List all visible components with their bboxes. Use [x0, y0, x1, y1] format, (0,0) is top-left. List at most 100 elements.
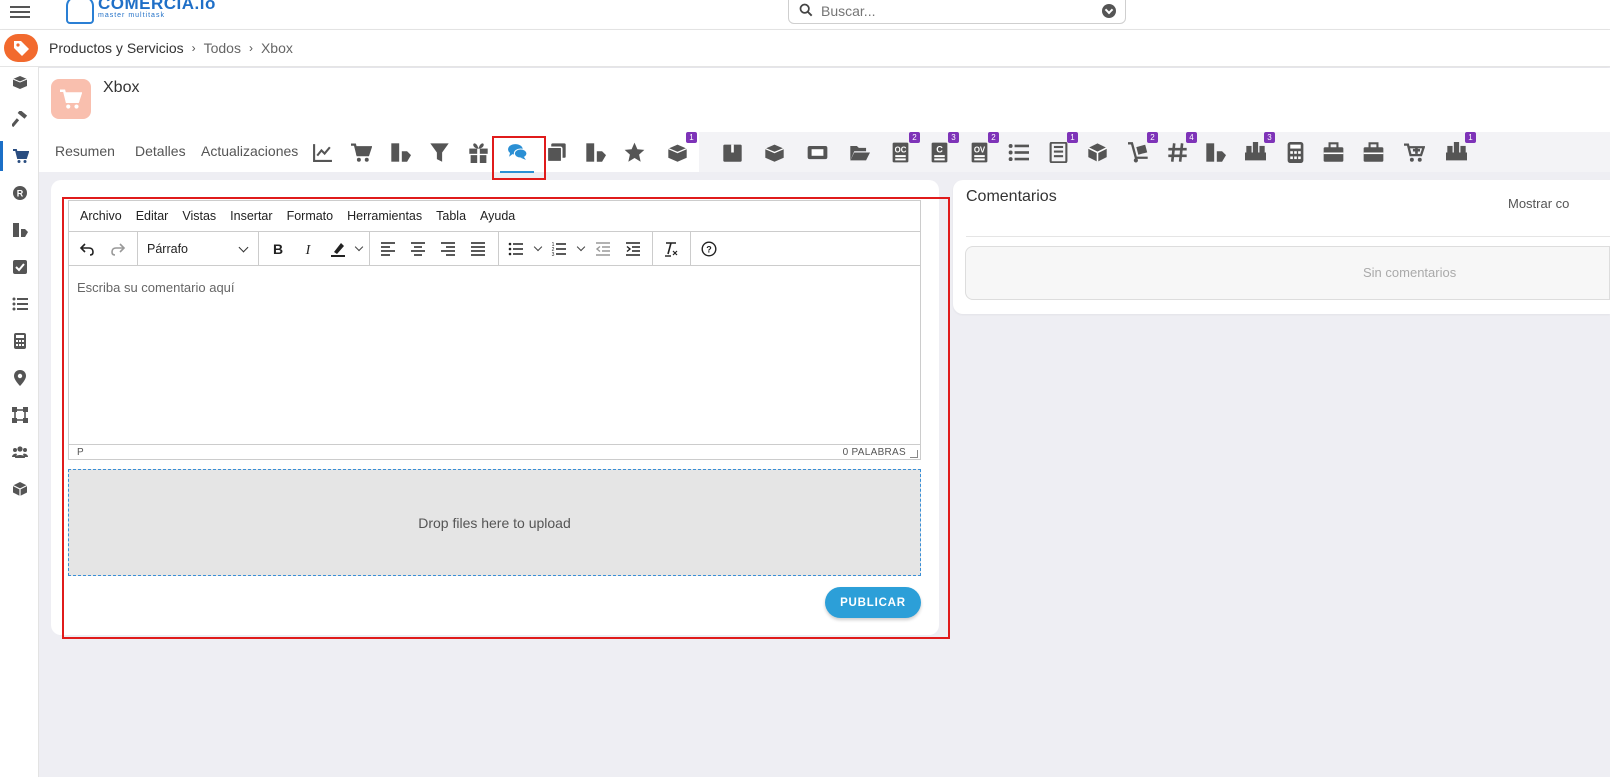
breadcrumb-item[interactable]: Productos y Servicios: [49, 40, 184, 56]
hashtag-icon: [1167, 142, 1187, 162]
star-icon: [624, 142, 644, 162]
tab-calc-doc[interactable]: 1: [1044, 132, 1078, 166]
tab-catalog-2[interactable]: [581, 138, 609, 166]
box-open-icon: [12, 76, 27, 89]
sidebar-item-shapes[interactable]: [0, 400, 39, 430]
tab-pallet-2[interactable]: 1: [1442, 132, 1476, 166]
tab-briefcase-2[interactable]: [1359, 138, 1387, 166]
registered-icon: R: [12, 186, 27, 200]
breadcrumb-bar: Productos y Servicios › Todos › Xbox: [0, 30, 1610, 67]
tab-actualizaciones[interactable]: Actualizaciones: [201, 143, 298, 159]
divider: [966, 236, 1610, 237]
sidebar-item-products[interactable]: [0, 141, 39, 171]
svg-text:C: C: [936, 144, 943, 154]
cart-icon: [60, 89, 82, 109]
search-dropdown-icon[interactable]: [1102, 4, 1116, 18]
tab-cart[interactable]: [347, 138, 375, 166]
logo-tagline: master multitask: [98, 12, 165, 19]
tab-badge: 4: [1186, 132, 1197, 143]
hamburger-menu-icon[interactable]: [10, 3, 30, 21]
tab-catalog-3[interactable]: [1201, 138, 1229, 166]
tab-ov[interactable]: OV 2: [965, 132, 999, 166]
tab-favorites[interactable]: [620, 138, 648, 166]
tab-list[interactable]: [1004, 138, 1032, 166]
tab-filter[interactable]: [425, 138, 453, 166]
sidebar-item-tools[interactable]: [0, 104, 39, 134]
show-comments-link[interactable]: Mostrar co: [1508, 196, 1569, 211]
dolly-icon: [1127, 141, 1148, 162]
sidebar-item-inventory[interactable]: [0, 474, 39, 504]
users-icon: [11, 446, 28, 458]
tab-dolly[interactable]: 2: [1124, 132, 1158, 166]
sidebar-item-catalog[interactable]: [0, 215, 39, 245]
comments-card: Comentarios Mostrar co Sin comentarios: [953, 180, 1610, 314]
briefcase-icon: [1363, 141, 1383, 162]
checkbox-icon: [12, 260, 27, 274]
tab-calculator[interactable]: [1281, 138, 1309, 166]
breadcrumb: Productos y Servicios › Todos › Xbox: [49, 40, 293, 56]
tab-oc[interactable]: OC 2: [886, 132, 920, 166]
tab-cart-plus[interactable]: [1400, 138, 1428, 166]
chart-line-icon: [312, 143, 332, 162]
tab-box[interactable]: [718, 138, 746, 166]
sidebar-item-box-open[interactable]: [0, 67, 39, 97]
module-tag-icon[interactable]: [4, 34, 38, 62]
cube-icon: [12, 482, 27, 496]
pallet-icon: [1445, 141, 1467, 160]
box-icon: [722, 144, 742, 162]
cart-icon: [13, 149, 29, 163]
folder-open-icon: [849, 145, 870, 160]
highlight-box-tab: [492, 136, 546, 180]
book-tag-icon: [585, 142, 606, 162]
hammer-icon: [11, 111, 27, 127]
search-input[interactable]: [821, 1, 1081, 21]
tab-badge: 2: [909, 132, 920, 143]
tab-briefcase[interactable]: [1319, 138, 1347, 166]
tab-catalog[interactable]: [386, 138, 414, 166]
tab-resumen[interactable]: Resumen: [55, 143, 115, 159]
tab-hashtag[interactable]: 4: [1163, 132, 1197, 166]
ticket-icon: [807, 145, 827, 159]
book-tag-icon: [1205, 142, 1226, 162]
tab-badge: 2: [988, 132, 999, 143]
tab-pallet[interactable]: 3: [1241, 132, 1275, 166]
cart-icon: [350, 142, 372, 162]
tab-box-open-2[interactable]: [760, 138, 788, 166]
breadcrumb-item: Xbox: [260, 40, 293, 56]
oc-doc-icon: OC: [892, 142, 908, 162]
app-logo[interactable]: COMERCIA.io master multitask: [66, 0, 216, 24]
tab-folder[interactable]: [845, 138, 873, 166]
tab-box-open[interactable]: 1: [663, 132, 697, 166]
c-doc-icon: C: [931, 142, 947, 162]
sidebar-item-tasks[interactable]: [0, 252, 39, 282]
sidebar-item-registered[interactable]: R: [0, 178, 39, 208]
global-search[interactable]: [788, 0, 1126, 24]
sidebar-item-locations[interactable]: [0, 363, 39, 393]
tab-clone[interactable]: [542, 138, 570, 166]
tab-badge: 2: [1147, 132, 1158, 143]
tab-gift[interactable]: [464, 138, 492, 166]
top-bar: COMERCIA.io master multitask: [0, 0, 1610, 30]
tab-badge: 3: [948, 132, 959, 143]
tab-detalles[interactable]: Detalles: [135, 143, 186, 159]
vector-square-icon: [11, 407, 28, 423]
tab-badge: 1: [686, 132, 697, 143]
gift-icon: [468, 142, 488, 163]
sidebar-item-users[interactable]: [0, 437, 39, 467]
breadcrumb-item[interactable]: Todos: [204, 40, 241, 56]
sidebar-item-lists[interactable]: [0, 289, 39, 319]
tab-cube[interactable]: [1083, 138, 1111, 166]
sidebar-item-calculator[interactable]: [0, 326, 39, 356]
tab-c[interactable]: C3: [925, 132, 959, 166]
logo-text: COMERCIA.io: [98, 0, 216, 13]
tab-badge: 1: [1067, 132, 1078, 143]
tab-ticket[interactable]: [803, 138, 831, 166]
clone-icon: [546, 142, 566, 162]
chevron-right-icon: ›: [248, 41, 253, 55]
calculator-icon: [1287, 141, 1303, 163]
search-icon: [799, 3, 813, 17]
page-title: Xbox: [103, 79, 140, 96]
tab-chart[interactable]: [308, 138, 336, 166]
tab-badge: 3: [1264, 132, 1275, 143]
tab-badge: 1: [1465, 132, 1476, 143]
